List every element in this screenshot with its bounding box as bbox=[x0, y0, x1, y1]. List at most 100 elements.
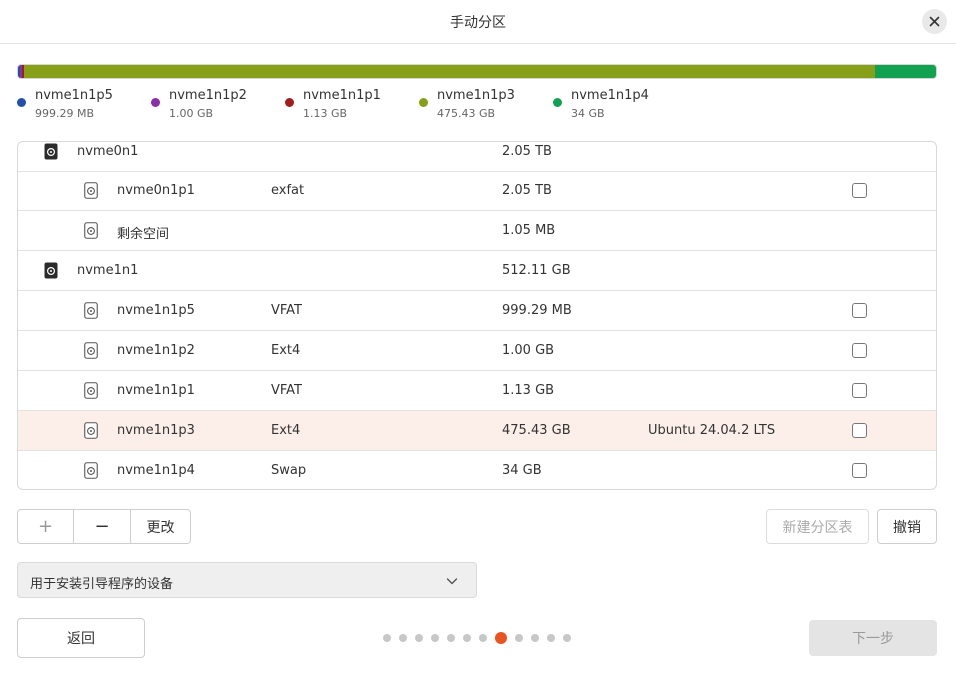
plus-icon: + bbox=[37, 516, 54, 537]
partition-name: 剩余空间 bbox=[117, 227, 170, 242]
step-dot bbox=[415, 634, 423, 642]
format-checkbox[interactable] bbox=[852, 383, 867, 398]
format-checkbox[interactable] bbox=[852, 183, 867, 198]
partition-size: 34 GB bbox=[502, 463, 542, 478]
change-label: 更改 bbox=[146, 519, 175, 536]
partition-filesystem: VFAT bbox=[271, 383, 303, 398]
partition-name: nvme1n1p4 bbox=[117, 463, 195, 478]
partition-filesystem: VFAT bbox=[271, 303, 303, 318]
disk-row[interactable]: nvme0n1 2.05 TB bbox=[18, 142, 936, 172]
new-partition-table-label: 新建分区表 bbox=[782, 519, 853, 536]
legend-color-dot bbox=[285, 98, 294, 107]
chevron-down-icon bbox=[446, 578, 458, 585]
partition-row[interactable]: nvme1n1p1 VFAT 1.13 GB bbox=[18, 371, 936, 411]
disk-row[interactable]: nvme1n1 512.11 GB bbox=[18, 251, 936, 291]
close-icon bbox=[929, 16, 940, 27]
partition-size: 2.05 TB bbox=[502, 144, 552, 159]
window-title: 手动分区 bbox=[450, 15, 506, 31]
step-dot bbox=[547, 634, 555, 642]
partition-icon bbox=[84, 302, 98, 319]
legend-size: 475.43 GB bbox=[437, 107, 496, 120]
partition-row[interactable]: nvme1n1p2 Ext4 1.00 GB bbox=[18, 331, 936, 371]
step-dot bbox=[463, 634, 471, 642]
partition-icon bbox=[84, 382, 98, 399]
step-dot bbox=[431, 634, 439, 642]
next-label: 下一步 bbox=[852, 631, 894, 647]
legend-size: 999.29 MB bbox=[35, 107, 95, 120]
next-button[interactable]: 下一步 bbox=[809, 620, 937, 656]
legend-color-dot bbox=[17, 98, 26, 107]
partition-row[interactable]: nvme1n1p5 VFAT 999.29 MB bbox=[18, 291, 936, 331]
partition-name: nvme1n1p1 bbox=[117, 383, 195, 398]
partition-size: 475.43 GB bbox=[502, 423, 571, 438]
partition-name: nvme1n1p2 bbox=[117, 343, 195, 358]
partition-row[interactable]: 剩余空间 1.05 MB bbox=[18, 211, 936, 251]
partition-edit-buttons: + − 更改 bbox=[17, 509, 191, 544]
partition-row[interactable]: nvme1n1p3 Ext4 475.43 GB Ubuntu 24.04.2 LTS bbox=[18, 411, 936, 451]
partition-icon bbox=[84, 462, 98, 479]
partition-row[interactable]: nvme0n1p1 exfat 2.05 TB bbox=[18, 171, 936, 211]
partition-icon bbox=[84, 182, 98, 199]
disk-icon bbox=[44, 262, 58, 279]
format-checkbox[interactable] bbox=[852, 463, 867, 478]
partition-size: 2.05 TB bbox=[502, 183, 552, 198]
new-partition-table-button[interactable]: 新建分区表 bbox=[766, 509, 869, 544]
partition-icon bbox=[84, 342, 98, 359]
minus-icon: − bbox=[94, 516, 110, 537]
legend-color-dot bbox=[553, 98, 562, 107]
partition-name: nvme0n1p1 bbox=[117, 183, 195, 198]
step-dot bbox=[531, 634, 539, 642]
partition-filesystem: Ext4 bbox=[271, 423, 301, 438]
usage-segment-nvme1n1p4 bbox=[875, 65, 936, 78]
partition-name: nvme1n1p5 bbox=[117, 303, 195, 318]
bootloader-device-label: 用于安装引导程序的设备 bbox=[30, 577, 174, 592]
step-dot bbox=[447, 634, 455, 642]
partition-system: Ubuntu 24.04.2 LTS bbox=[648, 423, 776, 438]
step-dot bbox=[515, 634, 523, 642]
legend-name: nvme1n1p1 bbox=[303, 88, 381, 103]
partition-icon bbox=[84, 222, 98, 239]
step-dot bbox=[383, 634, 391, 642]
partition-icon bbox=[84, 422, 98, 439]
partition-filesystem: exfat bbox=[271, 183, 305, 198]
partition-name: nvme1n1p3 bbox=[117, 423, 195, 438]
usage-segment-nvme1n1p3 bbox=[24, 65, 876, 78]
revert-button[interactable]: 撤销 bbox=[877, 509, 937, 544]
bootloader-device-select[interactable]: 用于安装引导程序的设备 bbox=[17, 562, 477, 598]
partition-name: nvme0n1 bbox=[77, 144, 139, 159]
disk-icon bbox=[44, 143, 58, 160]
disk-usage-bar bbox=[17, 64, 937, 79]
partition-size: 1.00 GB bbox=[502, 343, 555, 358]
legend-size: 34 GB bbox=[571, 107, 605, 120]
legend-size: 1.13 GB bbox=[303, 107, 348, 120]
partition-filesystem: Swap bbox=[271, 463, 307, 478]
legend-size: 1.00 GB bbox=[169, 107, 214, 120]
partition-filesystem: Ext4 bbox=[271, 343, 301, 358]
legend-color-dot bbox=[151, 98, 160, 107]
change-partition-button[interactable]: 更改 bbox=[131, 510, 190, 543]
partition-size: 512.11 GB bbox=[502, 263, 571, 278]
format-checkbox[interactable] bbox=[852, 343, 867, 358]
revert-label: 撤销 bbox=[893, 519, 921, 536]
step-dot bbox=[563, 634, 571, 642]
titlebar: 手动分区 bbox=[0, 0, 956, 44]
legend-name: nvme1n1p5 bbox=[35, 88, 113, 103]
close-button[interactable] bbox=[922, 9, 947, 34]
step-dot bbox=[399, 634, 407, 642]
partition-size: 1.05 MB bbox=[502, 223, 556, 238]
partition-name: nvme1n1 bbox=[77, 263, 139, 278]
partition-row[interactable]: nvme1n1p4 Swap 34 GB bbox=[18, 451, 936, 489]
legend-color-dot bbox=[419, 98, 428, 107]
step-dot bbox=[495, 632, 507, 644]
format-checkbox[interactable] bbox=[852, 303, 867, 318]
format-checkbox[interactable] bbox=[852, 423, 867, 438]
partition-size: 1.13 GB bbox=[502, 383, 555, 398]
legend-name: nvme1n1p3 bbox=[437, 88, 515, 103]
add-partition-button[interactable]: + bbox=[18, 510, 74, 543]
remove-partition-button[interactable]: − bbox=[74, 510, 131, 543]
partition-table: nvme0n1 2.05 TB nvme0n1p1 exfat 2.05 TB 剩余空间 1… bbox=[17, 141, 937, 490]
step-dot bbox=[479, 634, 487, 642]
legend-name: nvme1n1p2 bbox=[169, 88, 247, 103]
partition-size: 999.29 MB bbox=[502, 303, 572, 318]
legend-name: nvme1n1p4 bbox=[571, 88, 649, 103]
